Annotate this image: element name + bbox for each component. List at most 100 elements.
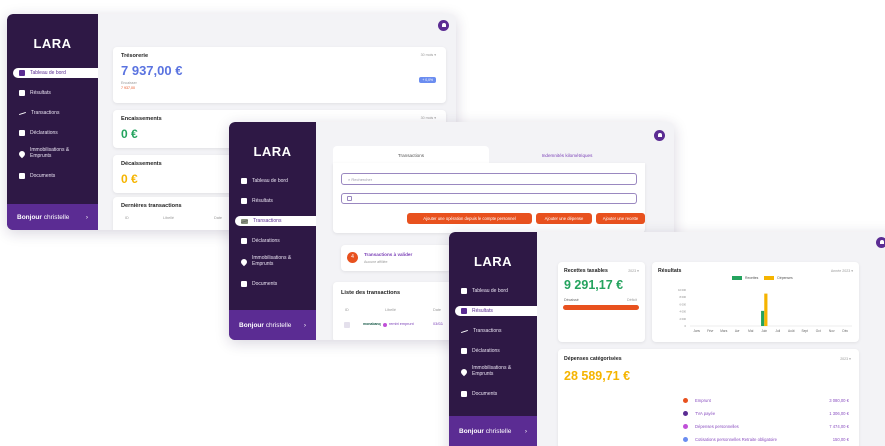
depenses-amount: 28 589,71 € — [564, 369, 631, 383]
col-id: ID — [345, 308, 349, 312]
sidebar-item-label: Tableau de bord — [472, 288, 508, 294]
bar-recettes-juin[interactable] — [761, 310, 765, 326]
sidebar-item-declarations[interactable]: Déclarations — [449, 346, 537, 356]
sidebar-item-results[interactable]: Résultats — [229, 196, 316, 206]
progress-bar — [563, 305, 639, 310]
list-item[interactable]: Dépenses personnelles 7 474,00 € — [558, 420, 859, 434]
user-greeting[interactable]: Bonjour christelle › — [7, 204, 98, 230]
sidebar-item-transactions[interactable]: Transactions — [7, 108, 98, 118]
filter-select[interactable] — [341, 193, 637, 204]
category-dot — [683, 411, 688, 416]
tag-icon — [17, 149, 27, 159]
card-title: Décaissements — [121, 161, 162, 167]
x-tick-label: Mars — [720, 329, 727, 333]
y-tick-label: 2 000 — [680, 317, 687, 321]
add-expense-button[interactable]: Ajouter une dépense — [536, 213, 592, 224]
sidebar-item-transactions[interactable]: Transactions — [449, 326, 537, 336]
sidebar-item-documents[interactable]: Documents — [229, 279, 316, 289]
period-select[interactable]: 2023 ▾ — [840, 357, 851, 361]
add-income-button[interactable]: Ajouter une recette — [596, 213, 645, 224]
filters-panel: ⌕ Rechercher Ajouter une opération depui… — [333, 163, 645, 233]
x-tick-label: Sept — [801, 329, 808, 333]
tab-transactions[interactable]: Transactions — [333, 146, 489, 163]
notification-bell-icon[interactable] — [876, 237, 885, 248]
sidebar-item-immobilisations[interactable]: Immobilisations & Emprunts — [449, 364, 537, 380]
app-logo: LARA — [253, 144, 292, 159]
category-value: 7 474,00 € — [829, 424, 849, 429]
sidebar-item-dashboard[interactable]: Tableau de bord — [13, 68, 98, 78]
decaissements-card: Décaissements 0 € — [113, 155, 233, 193]
app-logo: LARA — [33, 36, 72, 51]
to-validate-label: Transactions à valider — [364, 252, 413, 257]
resultats-card: Résultats Année 2023 ▾ Recettes Dépenses… — [652, 262, 859, 342]
col-libelle: Libellé — [163, 216, 174, 220]
bar-dépenses-juin[interactable] — [764, 293, 768, 326]
sidebar-item-label: Déclarations — [252, 238, 280, 244]
folder-icon — [241, 281, 247, 287]
sidebar-item-label: Résultats — [30, 90, 51, 96]
x-tick-label: Oct — [816, 329, 821, 333]
x-tick-label: Avr — [735, 329, 741, 333]
sidebar-item-documents[interactable]: Documents — [449, 389, 537, 399]
search-input[interactable]: ⌕ Rechercher — [341, 173, 637, 185]
results-window: LARA Tableau de bord Résultats Transacti… — [449, 232, 885, 446]
sidebar-item-results[interactable]: Résultats — [7, 88, 98, 98]
sidebar-item-declarations[interactable]: Déclarations — [7, 128, 98, 138]
sidebar: LARA Tableau de bord Résultats Transacti… — [229, 122, 316, 340]
x-tick-label: Juil — [775, 329, 780, 333]
row-date: 03/02/2023 — [433, 322, 443, 326]
folder-icon — [461, 391, 467, 397]
sidebar-item-immobilisations[interactable]: Immobilisations & Emprunts — [7, 146, 98, 162]
category-name: Emprunt — [695, 398, 711, 403]
row-checkbox[interactable] — [344, 322, 350, 328]
category-value: 3 080,00 € — [829, 398, 849, 403]
user-greeting[interactable]: Bonjour christelle › — [449, 416, 537, 446]
chart-icon — [19, 90, 25, 96]
sidebar-item-declarations[interactable]: Déclarations — [229, 236, 316, 246]
list-item[interactable]: Emprunt 3 080,00 € — [558, 394, 859, 408]
trend-arrow-icon — [19, 111, 26, 116]
x-tick-label: Mai — [748, 329, 753, 333]
sidebar-item-label: Déclarations — [30, 130, 58, 136]
notification-bell-icon[interactable] — [438, 20, 449, 31]
add-operation-button[interactable]: Ajouter une opération depuis le compte p… — [407, 213, 532, 224]
variation-badge: + 0,0% — [419, 77, 436, 83]
grid-icon — [461, 288, 467, 294]
list-item[interactable]: TVA payée 1 306,00 € — [558, 407, 859, 421]
category-name: Dépenses personnelles — [695, 424, 739, 429]
category-value: 1 306,00 € — [829, 411, 849, 416]
sidebar-item-label: Résultats — [252, 198, 273, 204]
sidebar-item-label: Tableau de bord — [30, 70, 66, 76]
to-validate-card[interactable]: 4 Transactions à valider Aucune affiliée — [341, 245, 451, 271]
sidebar-item-results[interactable]: Résultats — [455, 306, 537, 316]
sidebar-item-transactions[interactable]: Transactions — [235, 216, 316, 226]
row-label: rembt emprunt — [389, 322, 414, 326]
to-validate-sub: Aucune affiliée — [364, 260, 388, 264]
tag-icon — [239, 257, 249, 267]
col-date: Date — [214, 216, 223, 220]
period-select[interactable]: 30 mois ▾ — [421, 116, 436, 120]
user-greeting[interactable]: Bonjour christelle › — [229, 310, 316, 340]
chevron-right-icon: › — [303, 321, 306, 329]
sub-label: Encaisser — [121, 81, 137, 85]
document-icon — [19, 130, 25, 136]
sidebar-item-label: Tableau de bord — [252, 178, 288, 184]
card-title: Dernières transactions — [121, 203, 182, 209]
bank-logo: monabanq — [363, 322, 381, 326]
notification-bell-icon[interactable] — [654, 130, 665, 141]
sidebar-item-immobilisations[interactable]: Immobilisations & Emprunts — [229, 254, 316, 270]
x-tick-label: Juin — [761, 329, 767, 333]
sidebar-item-label: Transactions — [31, 110, 60, 116]
period-select[interactable]: 2023 ▾ — [628, 269, 639, 273]
sidebar-item-label: Documents — [30, 173, 56, 179]
tab-indemnites[interactable]: Indemnités kilométriques — [489, 146, 645, 163]
user-icon — [383, 323, 387, 327]
folder-icon — [19, 173, 25, 179]
sidebar-item-dashboard[interactable]: Tableau de bord — [449, 286, 537, 296]
x-tick-label: Déc — [842, 329, 848, 333]
calendar-icon — [347, 196, 352, 201]
list-item[interactable]: Cotisations personnelles Retraite obliga… — [558, 433, 859, 446]
sidebar-item-documents[interactable]: Documents — [7, 171, 98, 181]
period-select[interactable]: 30 mois ▾ — [421, 53, 436, 57]
sidebar-item-dashboard[interactable]: Tableau de bord — [229, 176, 316, 186]
